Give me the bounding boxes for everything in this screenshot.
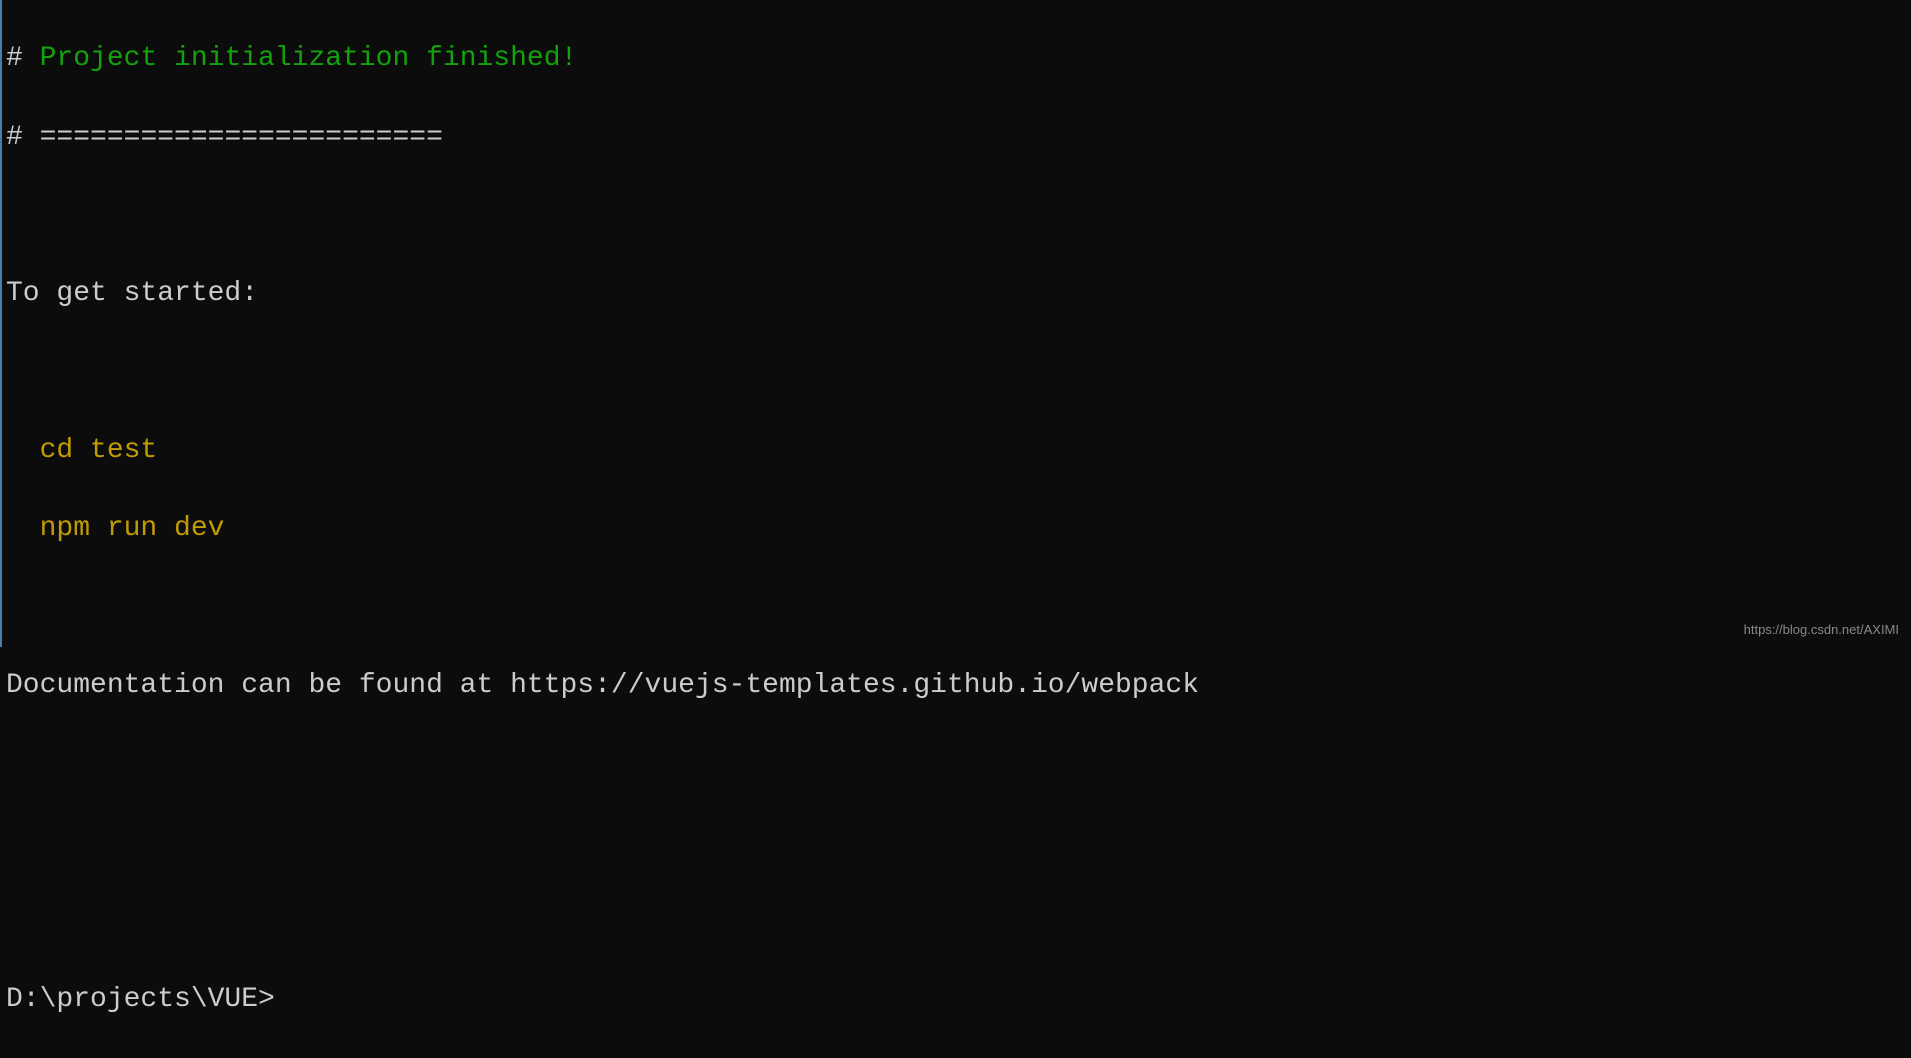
- blank-line: [6, 745, 1907, 784]
- project-init-line: # Project initialization finished!: [6, 39, 1907, 78]
- blank-line: [6, 196, 1907, 235]
- blank-line: [6, 588, 1907, 627]
- separator: ========================: [40, 122, 443, 153]
- cmd-cd-line: cd test: [6, 431, 1907, 470]
- project-init-title: Project initialization finished!: [40, 43, 578, 74]
- docs-line: Documentation can be found at https://vu…: [6, 666, 1907, 705]
- docs-prefix: Documentation can be found at: [6, 670, 510, 701]
- cmd-cd: cd test: [40, 435, 158, 466]
- cmd-npm-line: npm run dev: [6, 509, 1907, 548]
- blank-line: [6, 901, 1907, 940]
- hash-prefix-2: #: [6, 122, 23, 153]
- blank-line: [6, 823, 1907, 862]
- blank-line: [6, 353, 1907, 392]
- get-started-label: To get started:: [6, 274, 1907, 313]
- command-prompt[interactable]: D:\projects\VUE>: [6, 980, 1907, 1019]
- docs-url: https://vuejs-templates.github.io/webpac…: [510, 670, 1199, 701]
- cmd-npm: npm run dev: [40, 513, 225, 544]
- terminal-output[interactable]: # Project initialization finished! # ===…: [2, 0, 1911, 1058]
- separator-line: # ========================: [6, 118, 1907, 157]
- watermark: https://blog.csdn.net/AXIMI: [1744, 621, 1899, 639]
- hash-prefix: #: [6, 43, 23, 74]
